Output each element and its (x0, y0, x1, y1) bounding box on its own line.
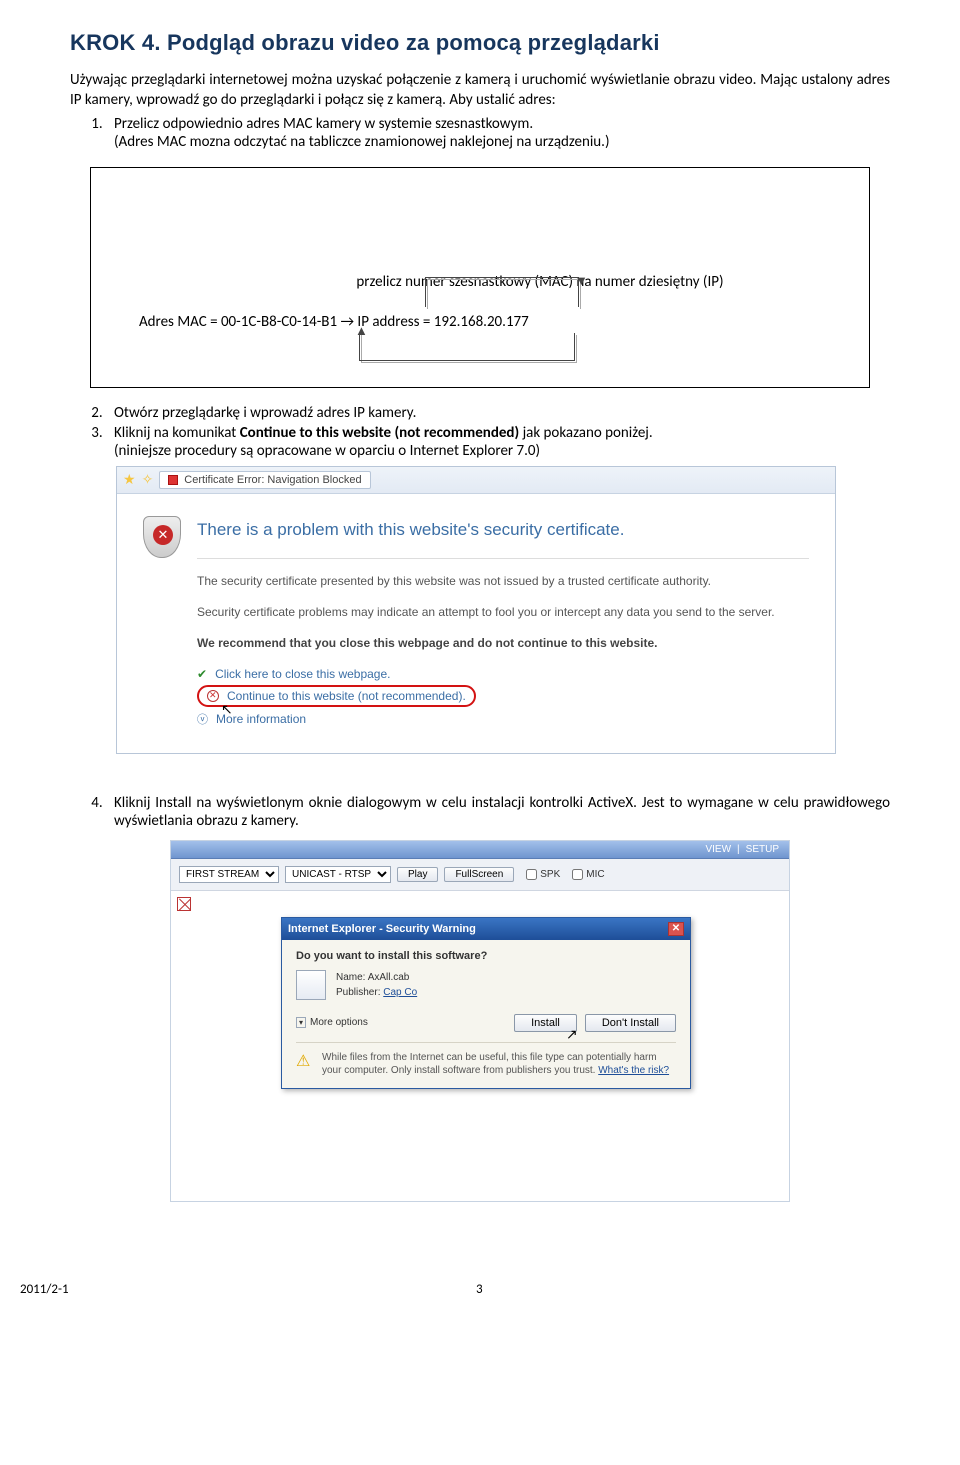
more-options-toggle[interactable]: ▾ More options (296, 1017, 368, 1028)
spk-checkbox[interactable]: SPK (526, 869, 560, 880)
name-label: Name: (336, 972, 365, 983)
step-1-note: (Adres MAC mozna odczytać na tabliczce z… (114, 133, 610, 151)
file-icon (296, 970, 326, 1000)
fullscreen-button[interactable]: FullScreen (444, 867, 514, 882)
step-title: KROK 4. Podgląd obrazu video za pomocą p… (70, 30, 890, 56)
step-1: Przelicz odpowiednio adres MAC kamery w … (106, 115, 890, 151)
cert-error-recommend: We recommend that you close this webpage… (197, 635, 809, 652)
highlight-ring: Continue to this website (not recommende… (197, 685, 476, 707)
more-options-label: More options (310, 1017, 368, 1028)
step-1-text: Przelicz odpowiednio adres MAC kamery w … (114, 115, 533, 133)
close-webpage-label: Click here to close this webpage. (215, 667, 390, 681)
nav-setup-link[interactable]: SETUP (746, 844, 779, 855)
step-3-note: (niniejsze procedury są opracowane w opa… (114, 442, 540, 460)
continue-website-label: Continue to this website (not recommende… (227, 689, 466, 703)
file-name: AxAll.cab (368, 972, 410, 983)
cursor-icon: ↖ (221, 701, 233, 718)
page-footer: 2011/2-1 3 (70, 1282, 890, 1297)
intro-paragraph: Używając przeglądarki internetowej można… (70, 70, 890, 111)
check-circle-icon: ✔ (197, 667, 207, 681)
cert-error-heading: There is a problem with this website's s… (197, 520, 809, 540)
viewer-nav-bar: VIEW | SETUP (171, 841, 789, 859)
cert-error-p1: The security certificate presented by th… (197, 573, 809, 590)
page-number: 3 (69, 1282, 890, 1297)
nav-divider: | (737, 844, 740, 855)
continue-website-link[interactable]: Continue to this website (not recommende… (197, 685, 809, 707)
cast-select[interactable]: UNICAST - RTSP (285, 866, 391, 883)
mac-example-line: Adres MAC = 00-1C-B8-C0-14-B1 → IP addre… (139, 313, 529, 331)
missing-plugin-icon (177, 897, 191, 911)
warning-shield-icon: ⚠ (296, 1051, 312, 1078)
step-2: Otwórz przeglądarkę i wprowadź adres IP … (106, 404, 890, 422)
dialog-question: Do you want to install this software? (296, 950, 676, 962)
publisher-link[interactable]: Cap Co (383, 987, 417, 998)
mic-checkbox[interactable]: MIC (572, 869, 604, 880)
security-warning-dialog: Internet Explorer - Security Warning ✕ D… (281, 917, 691, 1089)
close-webpage-link[interactable]: ✔ Click here to close this webpage. (197, 667, 809, 681)
install-button[interactable]: Install (514, 1014, 577, 1032)
play-button[interactable]: Play (397, 867, 438, 882)
shield-error-icon (143, 516, 181, 558)
step-3-prefix: Kliknij na komunikat (114, 424, 240, 442)
error-circle-icon (207, 690, 219, 702)
dialog-close-button[interactable]: ✕ (668, 922, 684, 936)
ie-cert-error-screenshot: ★ ✧ Certificate Error: Navigation Blocke… (116, 466, 836, 754)
nav-view-link[interactable]: VIEW (705, 844, 731, 855)
chevron-down-icon: ▾ (296, 1017, 306, 1028)
dont-install-button[interactable]: Don't Install (585, 1014, 676, 1032)
add-favorites-icon[interactable]: ✧ (142, 471, 154, 488)
viewer-toolbar: FIRST STREAM UNICAST - RTSP Play FullScr… (171, 859, 789, 891)
cert-error-p2: Security certificate problems may indica… (197, 604, 809, 621)
arrow-down-icon: ▼ (575, 273, 588, 289)
cert-error-icon (168, 475, 178, 485)
browser-tab[interactable]: Certificate Error: Navigation Blocked (159, 471, 370, 489)
step-3-bold: Continue to this website (not recommende… (240, 424, 519, 442)
mac-diagram-box: ▼ Adres MAC = 00-1C-B8-C0-14-B1 → IP add… (90, 167, 870, 388)
publisher-label: Publisher: (336, 987, 380, 998)
camera-viewer-screenshot: VIEW | SETUP FIRST STREAM UNICAST - RTSP… (170, 840, 790, 1202)
tab-label: Certificate Error: Navigation Blocked (184, 474, 361, 486)
stream-select[interactable]: FIRST STREAM (179, 866, 279, 883)
ie-tab-bar: ★ ✧ Certificate Error: Navigation Blocke… (117, 467, 835, 494)
step-3: Kliknij na komunikat Continue to this we… (106, 424, 890, 460)
step-4: Kliknij Install na wyświetlonym oknie di… (106, 794, 890, 830)
favorites-star-icon[interactable]: ★ (123, 471, 136, 488)
more-information-link[interactable]: ⓥ More information (197, 711, 809, 727)
doc-revision: 2011/2-1 (20, 1282, 69, 1297)
dialog-titlebar: Internet Explorer - Security Warning ✕ (282, 918, 690, 940)
expand-circle-icon: ⓥ (197, 711, 208, 727)
dialog-title: Internet Explorer - Security Warning (288, 923, 476, 935)
whats-the-risk-link[interactable]: What's the risk? (598, 1065, 669, 1076)
step-3-suffix: jak pokazano poniżej. (519, 424, 653, 442)
